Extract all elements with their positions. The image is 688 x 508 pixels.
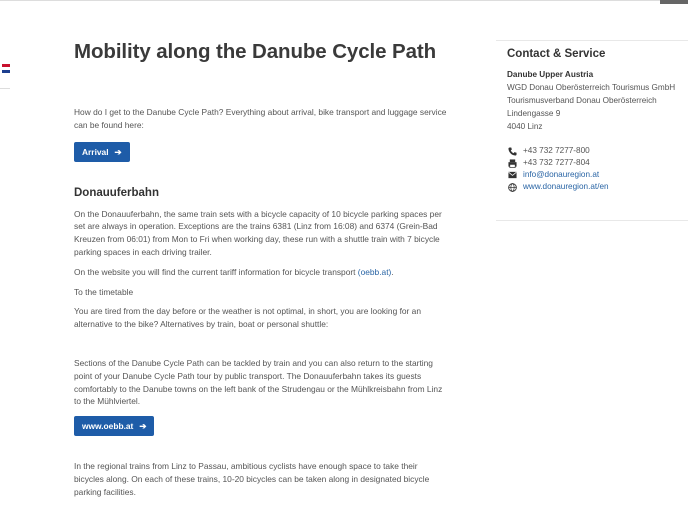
arrival-button-label: Arrival: [82, 146, 109, 157]
oebb-button-label: www.oebb.at: [82, 421, 134, 432]
page-title: Mobility along the Danube Cycle Path: [74, 40, 437, 63]
oebb-button[interactable]: www.oebb.at ➔: [74, 416, 155, 437]
main-content: Mobility along the Danube Cycle Path How…: [74, 40, 449, 499]
contact-list: +43 732 7277-800 +43 732 7277-804 info@d…: [507, 145, 688, 193]
arrival-button[interactable]: Arrival ➔: [74, 141, 130, 162]
address-line: Lindengasse 9: [507, 109, 561, 118]
arrow-right-icon: ➔: [139, 421, 147, 432]
address-line: WGD Donau Oberösterreich Tourismus GmbH: [507, 83, 676, 92]
fax-number: +43 732 7277-804: [523, 158, 590, 167]
paragraph-regional-trains: In the regional trains from Linz to Pass…: [74, 461, 430, 497]
top-border: [0, 0, 688, 5]
oebb-link[interactable]: (oebb.at): [358, 267, 392, 277]
fax-icon: [507, 158, 517, 168]
intro-text: How do I get to the Danube Cycle Path? E…: [74, 107, 447, 130]
address-line: 4040 Linz: [507, 122, 543, 131]
section-heading: Donauuferbahn: [74, 186, 159, 199]
envelope-icon: [507, 171, 517, 180]
paragraph-train-sections: Sections of the Danube Cycle Path can be…: [74, 357, 443, 407]
sidebar-divider-bottom: [496, 220, 688, 221]
arrow-right-icon: ➔: [114, 146, 122, 157]
email-link: info@donauregion.at: [523, 170, 600, 179]
sidebar-heading: Contact & Service: [507, 48, 606, 60]
phone-number: +43 732 7277-800: [523, 146, 590, 155]
phone-row[interactable]: +43 732 7277-800: [507, 145, 688, 157]
paragraph-tariff: On the website you will find the current…: [74, 266, 394, 277]
website-link: www.donauregion.at/en: [523, 182, 609, 191]
address-line: Tourismusverband Donau Oberösterreich: [507, 96, 657, 105]
left-divider: [0, 88, 10, 89]
fax-row: +43 732 7277-804: [507, 157, 688, 169]
globe-icon: [507, 182, 517, 192]
paragraph-alternatives: You are tired from the day before or the…: [74, 306, 421, 330]
paragraph-donauuferbahn: On the Donauuferbahn, the same train set…: [74, 208, 442, 257]
org-name: Danube Upper Austria: [507, 70, 594, 79]
contact-sidebar: Contact & Service Danube Upper Austria W…: [498, 48, 688, 193]
address-block: Danube Upper Austria WGD Donau Oberöster…: [507, 68, 688, 133]
language-flag-icon[interactable]: [2, 64, 10, 73]
timetable-link[interactable]: To the timetable: [74, 286, 449, 299]
top-scroll-indicator: [660, 0, 688, 4]
sidebar-divider-top: [496, 40, 688, 41]
web-row[interactable]: www.donauregion.at/en: [507, 181, 688, 193]
phone-icon: [507, 146, 517, 156]
email-row[interactable]: info@donauregion.at: [507, 169, 688, 181]
